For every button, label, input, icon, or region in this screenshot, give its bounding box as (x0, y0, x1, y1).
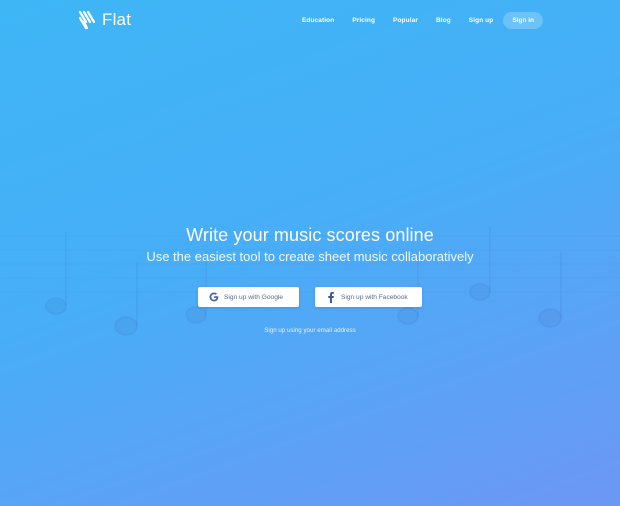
brand-logo[interactable]: Flat (78, 10, 131, 30)
note-head (397, 307, 419, 325)
note-head (45, 297, 67, 315)
nav-blog[interactable]: Blog (436, 17, 451, 24)
flat-stripes-logo-icon (78, 10, 96, 30)
nav-pricing[interactable]: Pricing (352, 17, 375, 24)
facebook-signup-label: Sign up with Facebook (341, 293, 408, 301)
google-signup-label: Sign up with Google (224, 293, 284, 301)
note-head (538, 308, 562, 328)
email-signup-link[interactable]: Sign up using your email address (0, 327, 620, 334)
brand-name: Flat (102, 10, 132, 29)
top-navigation: Flat Education Pricing Popular Blog Sign… (0, 0, 620, 42)
nav-education[interactable]: Education (302, 17, 334, 24)
hero-subtitle: Use the easiest tool to create sheet mus… (146, 249, 474, 264)
main-nav: Education Pricing Popular Blog Sign up S… (302, 12, 543, 29)
facebook-signup-button[interactable]: Sign up with Facebook (315, 287, 422, 307)
google-icon (208, 291, 220, 303)
note-head (469, 283, 491, 301)
nav-sign-up[interactable]: Sign up (469, 17, 494, 24)
nav-popular[interactable]: Popular (393, 17, 418, 24)
sign-in-button[interactable]: Sign in (503, 12, 543, 29)
facebook-icon (325, 291, 337, 303)
note-head (185, 306, 207, 324)
google-signup-button[interactable]: Sign up with Google (198, 287, 299, 307)
hero-title: Write your music scores online (186, 225, 434, 245)
